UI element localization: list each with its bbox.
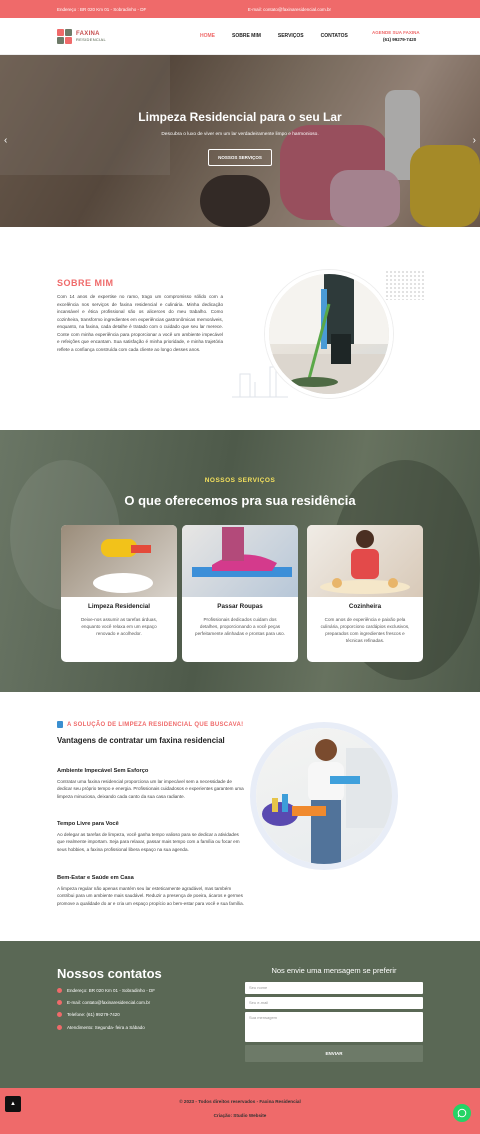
about-text: Com 14 anos de expertise no ramo, trago … <box>57 294 223 353</box>
logo-subtitle: RESIDENCIAL <box>76 36 106 42</box>
advantage-item: Bem-Estar e Saúde em Casa A limpeza regu… <box>57 875 247 907</box>
mail-icon <box>57 1000 62 1005</box>
advantage-text: Contratar uma faxina residencial proporc… <box>57 779 244 799</box>
clock-icon <box>57 1025 62 1030</box>
service-image-limpeza <box>61 525 177 597</box>
name-input[interactable]: Seu nome <box>245 982 423 994</box>
nav-home[interactable]: HOME <box>200 33 215 39</box>
advantage-item: Ambiente Impecável Sem Esforço Contratar… <box>57 768 247 800</box>
contact-address: Endereço: BR 020 Km 01 - Sobradinho - DF <box>57 988 155 993</box>
advantages-title: Vantagens de contratar um faxina residen… <box>57 736 225 745</box>
service-card-cozinheira[interactable]: Cozinheira Com anos de experiência e pai… <box>307 525 423 662</box>
contact-hours-text: Atendimento: Segunda- feira a Sábado <box>67 1025 145 1030</box>
contact-email[interactable]: E-mail: contato@faxinaresidencial.com.br <box>57 1000 150 1005</box>
header-cta[interactable]: AGENDE SUA FAXINA (61) 99279-7420 <box>372 30 420 44</box>
nav-contatos[interactable]: CONTATOS <box>321 33 348 39</box>
advantage-text: A limpeza regular não apenas mantém seu … <box>57 886 244 906</box>
advantages-kicker-text: A SOLUÇÃO DE LIMPEZA RESIDENCIAL QUE BUS… <box>67 721 244 728</box>
service-text-passar: Profissionais dedicados cuidam dos detal… <box>195 617 285 637</box>
services-kicker: NOSSOS SERVIÇOS <box>204 477 276 484</box>
contact-address-text: Endereço: BR 020 Km 01 - Sobradinho - DF <box>67 988 156 993</box>
services-section: NOSSOS SERVIÇOS O que oferecemos pra sua… <box>0 430 480 692</box>
contact-phone[interactable]: Telefone: (61) 99279-7420 <box>57 1012 120 1017</box>
dots-decoration <box>385 270 425 300</box>
logo[interactable]: FAXINA RESIDENCIAL <box>57 28 106 44</box>
service-text-limpeza: Deixe-nos assumir as tarefas árduas, enq… <box>80 617 158 637</box>
advantage-title: Bem-Estar e Saúde em Casa <box>57 875 134 881</box>
advantages-photo <box>256 728 392 864</box>
hero-slider: Limpeza Residencial para o seu Lar Descu… <box>0 55 480 227</box>
logo-title: FAXINA <box>76 30 100 37</box>
advantage-item: Tempo Livre para Você Ao delegar as tare… <box>57 821 247 853</box>
nav-servicos[interactable]: SERVIÇOS <box>278 33 304 39</box>
topbar-address: Endereço : BR 020 Km 01 - Sobradinho - D… <box>57 6 147 12</box>
nav-sobre-mim[interactable]: SOBRE MIM <box>232 33 261 39</box>
cta-title: AGENDE SUA FAXINA <box>372 30 420 35</box>
service-title-passar: Passar Roupas <box>217 603 263 610</box>
service-title-cozinheira: Cozinheira <box>348 603 382 610</box>
slider-prev-icon[interactable]: ‹ <box>4 135 7 146</box>
contact-title: Nossos contatos <box>57 966 162 981</box>
site-header: FAXINA RESIDENCIAL HOME SOBRE MIM SERVIÇ… <box>0 18 480 55</box>
cta-phone: (61) 99279-7420 <box>383 36 417 42</box>
service-image-cozinheira <box>307 525 423 597</box>
footer-copyright: © 2023 - Todos direitos reservados - Fax… <box>179 1099 301 1104</box>
advantages-kicker: A SOLUÇÃO DE LIMPEZA RESIDENCIAL QUE BUS… <box>57 721 243 728</box>
phone-icon <box>57 1012 62 1017</box>
message-textarea[interactable]: Sua mensagem <box>245 1012 423 1042</box>
whatsapp-icon[interactable] <box>453 1104 471 1122</box>
service-image-passar <box>182 525 298 597</box>
contact-phone-text: Telefone: (61) 99279-7420 <box>67 1012 120 1017</box>
advantage-title: Tempo Livre para Você <box>57 821 119 827</box>
top-bar: Endereço : BR 020 Km 01 - Sobradinho - D… <box>0 0 480 18</box>
slider-next-icon[interactable]: › <box>473 135 476 146</box>
form-title: Nos envie uma mensagem se preferir <box>271 966 397 975</box>
hero-title: Limpeza Residencial para o seu Lar <box>138 110 342 124</box>
service-text-cozinheira: Com anos de experiência e paixão pela cu… <box>320 617 410 644</box>
location-icon <box>57 988 62 993</box>
advantage-text: Ao delegar as tarefas de limpeza, você g… <box>57 832 240 852</box>
hero-subtitle: Descubra o luxo de viver em um lar verda… <box>161 132 319 137</box>
hero-services-button[interactable]: NOSSOS SERVIÇOS <box>208 149 272 166</box>
advantage-title: Ambiente Impecável Sem Esforço <box>57 768 149 774</box>
site-footer: ▲ © 2023 - Todos direitos reservados - F… <box>0 1088 480 1134</box>
about-title: SOBRE MIM <box>57 278 114 288</box>
main-nav: HOME SOBRE MIM SERVIÇOS CONTATOS <box>200 33 348 39</box>
contact-section: Nossos contatos Endereço: BR 020 Km 01 -… <box>0 941 480 1088</box>
service-title-limpeza: Limpeza Residencial <box>88 603 150 610</box>
logo-icon <box>57 28 72 44</box>
contact-email-text: E-mail: contato@faxinaresidencial.com.br <box>67 1000 151 1005</box>
footer-credit[interactable]: Criação: Studio Website <box>0 1113 480 1118</box>
services-title: O que oferecemos pra sua residência <box>124 493 356 508</box>
advantages-section: A SOLUÇÃO DE LIMPEZA RESIDENCIAL QUE BUS… <box>0 692 480 941</box>
service-card-passar[interactable]: Passar Roupas Profissionais dedicados cu… <box>182 525 298 662</box>
spray-bottle-icon <box>57 721 63 728</box>
contact-hours: Atendimento: Segunda- feira a Sábado <box>57 1025 145 1030</box>
about-section: SOBRE MIM Com 14 anos de expertise no ra… <box>0 227 480 430</box>
email-input[interactable]: Seu e-mail <box>245 997 423 1009</box>
service-card-limpeza[interactable]: Limpeza Residencial Deixe-nos assumir as… <box>61 525 177 662</box>
about-photo <box>265 270 393 398</box>
topbar-email[interactable]: E-mail: contato@faxinaresidencial.com.br <box>248 7 331 12</box>
send-button[interactable]: ENVIAR <box>245 1045 423 1062</box>
